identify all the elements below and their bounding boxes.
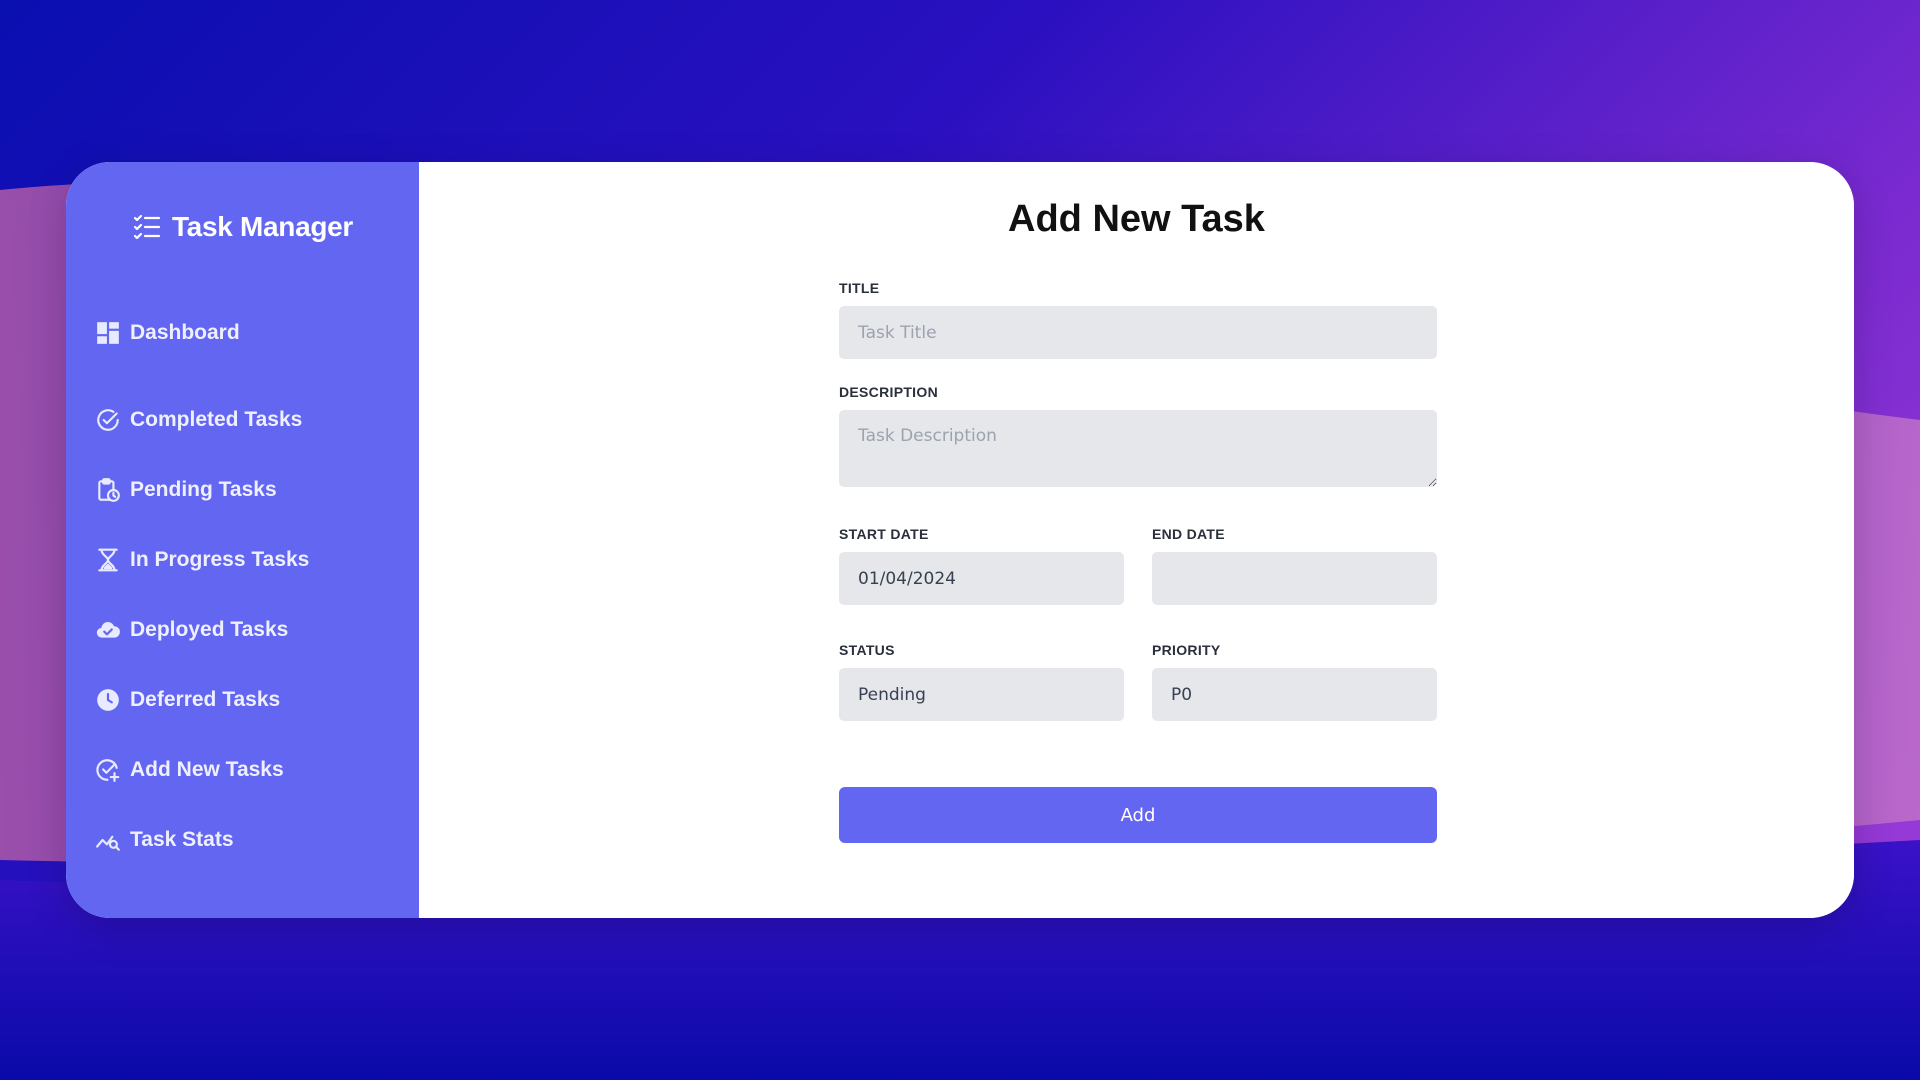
dashboard-icon xyxy=(94,319,122,347)
sidebar-item-label: Add New Tasks xyxy=(130,758,284,781)
sidebar-item-dashboard[interactable]: Dashboard xyxy=(66,315,419,351)
sidebar-item-label: Pending Tasks xyxy=(130,478,277,501)
hourglass-icon xyxy=(94,546,122,574)
check-circle-icon xyxy=(94,406,122,434)
sidebar-item-label: Deployed Tasks xyxy=(130,618,289,641)
sidebar-item-label: Task Stats xyxy=(130,828,234,851)
page-title: Add New Task xyxy=(1008,198,1265,240)
sidebar-item-pending-tasks[interactable]: Pending Tasks xyxy=(66,455,419,525)
sidebar-item-label: In Progress Tasks xyxy=(130,548,310,571)
end-date-group: END DATE xyxy=(1152,526,1437,605)
cloud-check-icon xyxy=(94,616,122,644)
priority-select[interactable] xyxy=(1152,668,1437,721)
title-label: TITLE xyxy=(839,280,880,296)
sidebar-item-deferred-tasks[interactable]: Deferred Tasks xyxy=(66,665,419,735)
status-priority-row: STATUS PRIORITY xyxy=(839,642,1437,721)
add-task-form: TITLE DESCRIPTION START DATE END DATE xyxy=(839,280,1437,843)
brand[interactable]: Task Manager xyxy=(66,210,419,244)
clipboard-clock-icon xyxy=(94,476,122,504)
priority-label: PRIORITY xyxy=(1152,642,1221,658)
sidebar: Task Manager Dashboard Completed Tasks P… xyxy=(66,162,419,918)
sidebar-item-task-stats[interactable]: Task Stats xyxy=(66,805,419,875)
brand-title: Task Manager xyxy=(171,211,354,242)
sidebar-item-label: Completed Tasks xyxy=(130,408,303,431)
sidebar-item-completed-tasks[interactable]: Completed Tasks xyxy=(66,385,419,455)
title-input[interactable] xyxy=(839,306,1437,359)
clock-icon xyxy=(94,686,122,714)
sidebar-item-label: Deferred Tasks xyxy=(130,688,281,711)
end-date-input[interactable] xyxy=(1152,552,1437,605)
end-date-label: END DATE xyxy=(1152,526,1225,542)
status-select[interactable] xyxy=(839,668,1124,721)
checklist-icon xyxy=(132,212,162,242)
add-button[interactable]: Add xyxy=(839,787,1437,843)
sidebar-item-add-new-tasks[interactable]: Add New Tasks xyxy=(66,735,419,805)
chart-search-icon xyxy=(94,826,122,854)
main-content: Add New Task TITLE DESCRIPTION START DAT… xyxy=(419,162,1854,918)
description-textarea[interactable] xyxy=(839,410,1437,487)
sidebar-nav: Dashboard Completed Tasks Pending Tasks … xyxy=(66,315,419,875)
status-group: STATUS xyxy=(839,642,1124,721)
description-label: DESCRIPTION xyxy=(839,384,938,400)
sidebar-item-label: Dashboard xyxy=(130,321,240,344)
title-group: TITLE xyxy=(839,280,1437,359)
priority-group: PRIORITY xyxy=(1152,642,1437,721)
app-window: Task Manager Dashboard Completed Tasks P… xyxy=(66,162,1854,918)
start-date-label: START DATE xyxy=(839,526,929,542)
start-date-group: START DATE xyxy=(839,526,1124,605)
sidebar-item-deployed-tasks[interactable]: Deployed Tasks xyxy=(66,595,419,665)
check-plus-icon xyxy=(94,756,122,784)
status-label: STATUS xyxy=(839,642,895,658)
sidebar-item-in-progress-tasks[interactable]: In Progress Tasks xyxy=(66,525,419,595)
dates-row: START DATE END DATE xyxy=(839,526,1437,605)
description-group: DESCRIPTION xyxy=(839,384,1437,487)
start-date-input[interactable] xyxy=(839,552,1124,605)
